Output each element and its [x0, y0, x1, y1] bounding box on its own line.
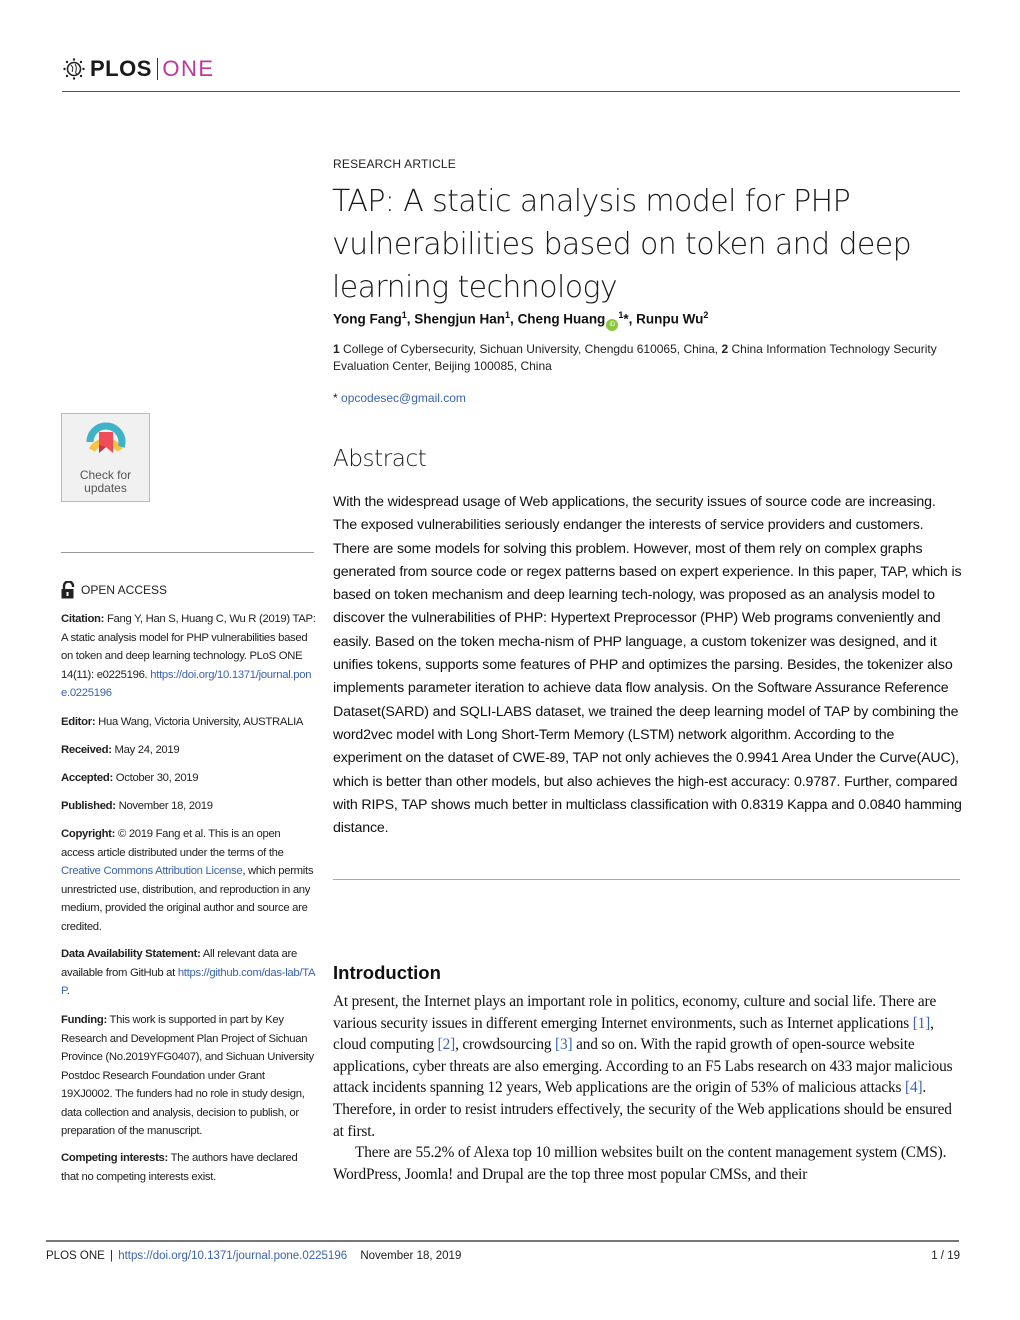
- editor-text: Hua Wang, Victoria University, AUSTRALIA: [98, 716, 304, 728]
- author-name[interactable]: Runpu Wu: [636, 312, 703, 327]
- abstract-heading: Abstract: [333, 446, 427, 472]
- corresponding-marker: *: [623, 311, 629, 327]
- received-text: May 24, 2019: [114, 744, 180, 756]
- affiliation-marker: 2: [703, 310, 709, 320]
- email-link[interactable]: opcodesec@gmail.com: [341, 391, 466, 405]
- page-number: 1 / 19: [931, 1250, 960, 1262]
- open-access-text: OPEN ACCESS: [81, 583, 168, 597]
- footer-separator: |: [110, 1250, 114, 1262]
- footer-journal: PLOS ONE: [46, 1250, 105, 1262]
- open-lock-icon: [61, 581, 75, 599]
- footer: PLOS ONE | https://doi.org/10.1371/journ…: [46, 1250, 461, 1262]
- article-type: RESEARCH ARTICLE: [333, 157, 457, 171]
- author-name[interactable]: Cheng Huang: [518, 312, 606, 327]
- logo-divider: [156, 58, 159, 80]
- published-label: Published:: [61, 800, 116, 812]
- corresponding-email: * opcodesec@gmail.com: [333, 391, 466, 405]
- plos-globe-icon: [63, 58, 85, 80]
- copyright-label: Copyright:: [61, 828, 116, 840]
- accepted-text: October 30, 2019: [115, 772, 199, 784]
- funding: Funding: This work is supported in part …: [61, 1011, 316, 1141]
- footer-rule: [46, 1240, 959, 1242]
- intro-text: At present, the Internet plays an import…: [333, 993, 937, 1032]
- reference-link[interactable]: [1]: [913, 1015, 931, 1032]
- reference-link[interactable]: [2]: [438, 1036, 456, 1053]
- affiliation-number: 2: [721, 342, 729, 356]
- intro-text: , crowdsourcing: [455, 1036, 556, 1054]
- data-availability-end: .: [66, 985, 70, 997]
- affiliations: 1 College of Cybersecurity, Sichuan Univ…: [333, 341, 953, 375]
- intro-paragraph: There are 55.2% of Alexa top 10 million …: [333, 1144, 947, 1183]
- funding-text: This work is supported in part by Key Re…: [61, 1014, 314, 1137]
- accepted-date: Accepted: October 30, 2019: [61, 769, 316, 788]
- editor-label: Editor:: [61, 716, 96, 728]
- published-date: Published: November 18, 2019: [61, 797, 316, 816]
- affiliation-marker: 1: [505, 310, 511, 320]
- affiliation-number: 1: [333, 342, 340, 356]
- introduction-body: At present, the Internet plays an import…: [333, 991, 963, 1185]
- copyright: Copyright: © 2019 Fang et al. This is an…: [61, 825, 316, 936]
- introduction-heading: Introduction: [333, 962, 441, 983]
- orcid-icon[interactable]: iD: [606, 318, 619, 331]
- data-availability: Data Availability Statement: All relevan…: [61, 945, 316, 1001]
- plos-one-logo[interactable]: PLOS ONE: [62, 56, 215, 82]
- published-text: November 18, 2019: [118, 800, 213, 812]
- affiliation-marker: 1: [401, 310, 407, 320]
- header-rule: [62, 91, 960, 92]
- affiliation-text: College of Cybersecurity, Sichuan Univer…: [343, 342, 719, 356]
- intro-paragraph: At present, the Internet plays an import…: [333, 991, 963, 1142]
- editor: Editor: Hua Wang, Victoria University, A…: [61, 713, 316, 732]
- data-availability-label: Data Availability Statement:: [61, 948, 201, 960]
- check-for-updates-label: Check for updates: [62, 469, 149, 495]
- logo-one-text: ONE: [162, 56, 215, 81]
- received-label: Received:: [61, 744, 112, 756]
- reference-link[interactable]: [3]: [555, 1036, 573, 1053]
- open-access-label: OPEN ACCESS: [61, 581, 167, 599]
- abstract-text: With the widespread usage of Web applica…: [333, 494, 962, 837]
- reference-link[interactable]: [4]: [905, 1079, 923, 1096]
- accepted-label: Accepted:: [61, 772, 113, 784]
- received-date: Received: May 24, 2019: [61, 741, 316, 760]
- competing-interests: Competing interests: The authors have de…: [61, 1149, 316, 1186]
- footer-date: November 18, 2019: [360, 1250, 462, 1262]
- author-name[interactable]: Yong Fang: [333, 312, 402, 327]
- article-title: TAP: A static analysis model for PHP vul…: [332, 184, 912, 305]
- funding-label: Funding:: [61, 1014, 107, 1026]
- logo-plos-text: PLOS: [90, 56, 152, 81]
- footer-doi-link[interactable]: https://doi.org/10.1371/journal.pone.022…: [118, 1250, 347, 1262]
- cc-license-link[interactable]: Creative Commons Attribution License: [61, 865, 243, 877]
- author-list: Yong Fang1, Shengjun Han1, Cheng Huang iD…: [333, 310, 708, 331]
- citation: Citation: Fang Y, Han S, Huang C, Wu R (…: [61, 610, 316, 703]
- check-for-updates-badge[interactable]: Check for updates: [61, 413, 150, 502]
- check-for-updates-line2: updates: [84, 481, 127, 495]
- author-name[interactable]: Shengjun Han: [414, 312, 505, 327]
- corresponding-marker: *: [333, 391, 338, 405]
- check-for-updates-line1: Check for: [79, 468, 132, 482]
- sidebar-rule: [61, 552, 314, 553]
- abstract-rule: [333, 879, 960, 880]
- citation-label: Citation:: [61, 613, 105, 625]
- crossmark-icon: [86, 422, 126, 462]
- competing-interests-label: Competing interests:: [61, 1152, 168, 1164]
